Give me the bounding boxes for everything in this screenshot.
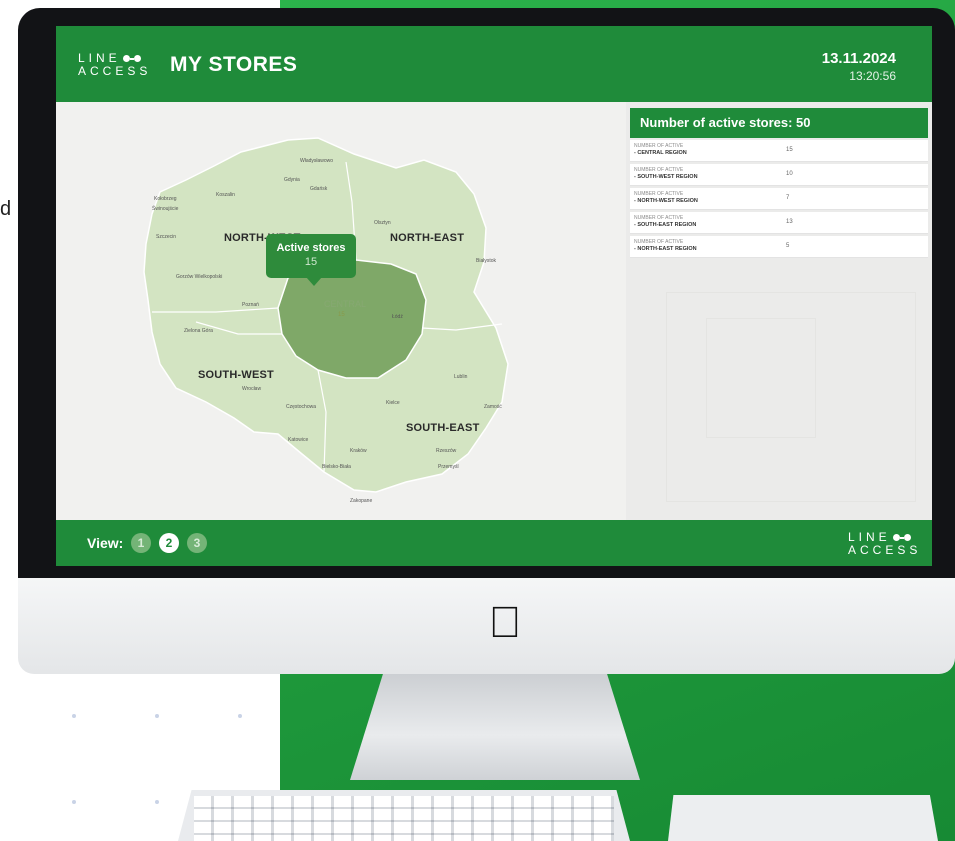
region-label-north-east: NORTH-EAST: [390, 232, 465, 244]
region-label-south-east: SOUTH-EAST: [406, 422, 480, 434]
city-label: Koszalin: [216, 192, 235, 198]
view-label: View:: [87, 535, 124, 551]
city-label: Gorzów Wielkopolski: [176, 274, 223, 280]
region-value-central: 15: [338, 312, 345, 318]
stat-row-north-west[interactable]: NUMBER OF ACTIVE - NORTH-WEST REGION 7: [630, 188, 928, 210]
city-label: Bielsko-Biała: [322, 464, 351, 470]
stats-panel: Number of active stores: 50 NUMBER OF AC…: [626, 102, 932, 520]
city-label: Częstochowa: [286, 404, 317, 410]
stat-label: NUMBER OF ACTIVE: [634, 239, 684, 245]
monitor-stand: [350, 668, 640, 780]
stat-label: NUMBER OF ACTIVE: [634, 191, 684, 197]
city-label: Kraków: [350, 448, 367, 454]
stat-row-south-east[interactable]: NUMBER OF ACTIVE - SOUTH-EAST REGION 13: [630, 212, 928, 234]
city-label: Kielce: [386, 400, 400, 406]
stat-value: 5: [786, 243, 790, 249]
city-label: Zielona Góra: [184, 328, 213, 334]
stat-region: - NORTH-EAST REGION: [634, 246, 697, 252]
stat-row-central[interactable]: NUMBER OF ACTIVE - CENTRAL REGION 15: [630, 140, 928, 162]
city-label: Zakopane: [350, 498, 373, 504]
view-button-2[interactable]: 2: [159, 533, 179, 553]
city-label: Władysławowo: [300, 158, 334, 164]
poland-map: [143, 137, 509, 493]
apple-logo-icon: : [483, 598, 527, 648]
city-label: Świnoujście: [152, 206, 179, 212]
region-label-south-west: SOUTH-WEST: [198, 369, 274, 381]
stat-value: 7: [786, 195, 790, 201]
city-label: Poznań: [242, 302, 259, 308]
logo-line1: LINE: [78, 51, 121, 65]
city-label: Białystok: [476, 258, 497, 264]
panel-background-frame: [706, 318, 816, 438]
tooltip-arrow: [306, 277, 322, 286]
brand-logo: LINE ACCESS: [78, 52, 151, 78]
city-label: Zamość: [484, 404, 502, 410]
city-label: Lublin: [454, 374, 468, 380]
tooltip-value: 15: [304, 256, 318, 268]
tooltip-title: Active stores: [276, 242, 346, 254]
city-label: Rzeszów: [436, 448, 457, 454]
city-label: Kołobrzeg: [154, 196, 177, 202]
footer-brand-logo: LINE ACCESS: [848, 531, 921, 557]
background-partial-text: d: [0, 198, 12, 220]
stat-region: - SOUTH-EAST REGION: [634, 222, 697, 228]
trackpad: [668, 795, 938, 841]
keyboard: [178, 790, 630, 841]
footer-logo-line2: ACCESS: [848, 543, 922, 557]
stat-label: NUMBER OF ACTIVE: [634, 215, 684, 221]
header-time: 13:20:56: [849, 69, 896, 83]
active-stores-tooltip: Active stores 15: [266, 234, 356, 286]
city-label: Wrocław: [242, 386, 262, 392]
stat-row-north-east[interactable]: NUMBER OF ACTIVE - NORTH-EAST REGION 5: [630, 236, 928, 258]
map-area: NORTH-WEST NORTH-EAST SOUTH-WEST SOUTH-E…: [56, 102, 626, 520]
stat-region: - NORTH-WEST REGION: [634, 198, 698, 204]
stat-value: 13: [786, 219, 793, 225]
stat-region: - CENTRAL REGION: [634, 150, 687, 156]
screen: LINE ACCESS MY STORES 13.11.2024 13:20:5…: [56, 26, 932, 566]
footer-bar: View: 1 2 3 LINE ACCESS: [56, 520, 932, 566]
header-date: 13.11.2024: [821, 50, 896, 67]
stat-region: - SOUTH-WEST REGION: [634, 174, 698, 180]
city-label: Olsztyn: [374, 220, 391, 226]
monitor:  LINE ACCESS MY STORES 13.11.2024 13:20…: [18, 8, 955, 674]
stage: d  LINE ACCESS MY STORES 13.11.2024 13:…: [0, 0, 955, 841]
stat-value: 15: [786, 147, 793, 153]
logo-line2: ACCESS: [78, 64, 152, 78]
page-title: MY STORES: [170, 53, 298, 76]
city-label: Gdańsk: [310, 186, 328, 192]
city-label: Katowice: [288, 437, 309, 443]
city-label: Gdynia: [284, 177, 300, 183]
footer-logo-line1: LINE: [848, 530, 891, 544]
view-button-3[interactable]: 3: [187, 533, 207, 553]
stat-value: 10: [786, 171, 793, 177]
header-bar: LINE ACCESS MY STORES 13.11.2024 13:20:5…: [56, 26, 932, 102]
city-label: Przemyśl: [438, 464, 459, 470]
stat-label: NUMBER OF ACTIVE: [634, 167, 684, 173]
view-button-1[interactable]: 1: [131, 533, 151, 553]
region-label-central: CENTRAL: [324, 299, 367, 309]
stat-row-south-west[interactable]: NUMBER OF ACTIVE - SOUTH-WEST REGION 10: [630, 164, 928, 186]
panel-title: Number of active stores: 50: [630, 108, 928, 138]
stat-label: NUMBER OF ACTIVE: [634, 143, 684, 149]
city-label: Szczecin: [156, 234, 177, 240]
city-label: Łódź: [392, 314, 403, 320]
